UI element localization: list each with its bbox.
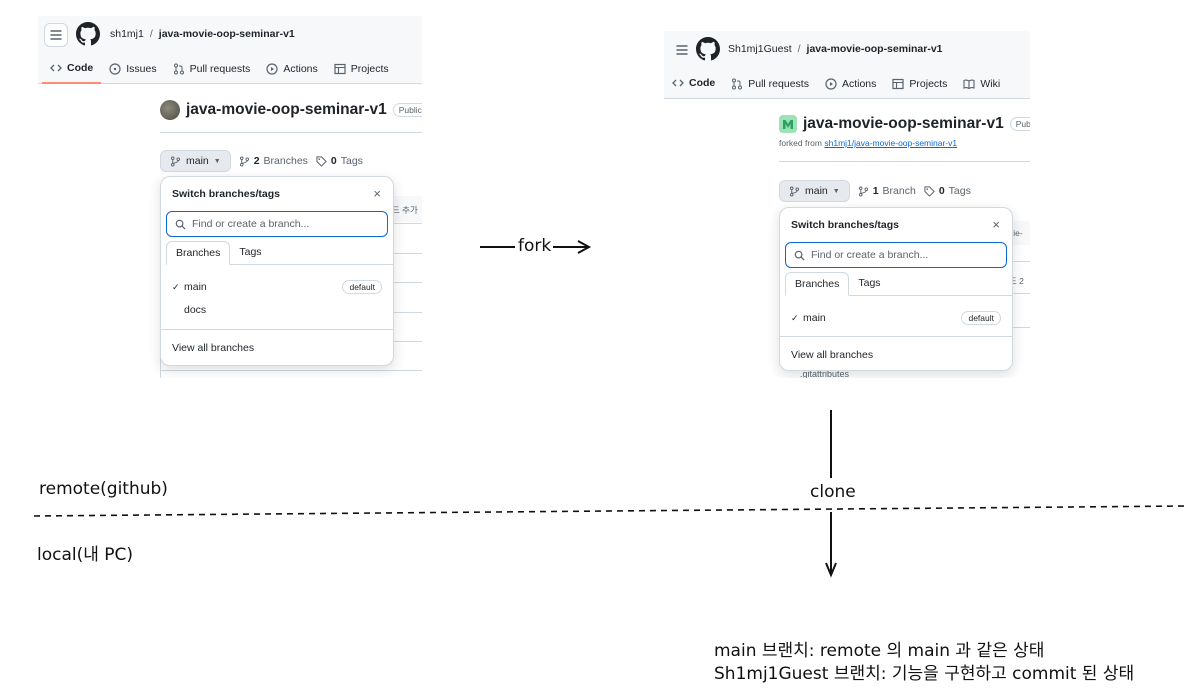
- note-guest-branch: Sh1mj1Guest 브랜치: 기능을 구현하고 commit 된 상태: [714, 664, 1135, 684]
- local-label: local(내 PC): [37, 545, 134, 565]
- clone-label: clone: [810, 482, 856, 502]
- diagram-lines: [33, 240, 1186, 578]
- remote-label: remote(github): [39, 479, 168, 499]
- fork-label: fork: [518, 236, 552, 256]
- remote-local-boundary: [33, 505, 1186, 517]
- note-main-branch: main 브랜치: remote 의 main 과 같은 상태: [714, 641, 1045, 661]
